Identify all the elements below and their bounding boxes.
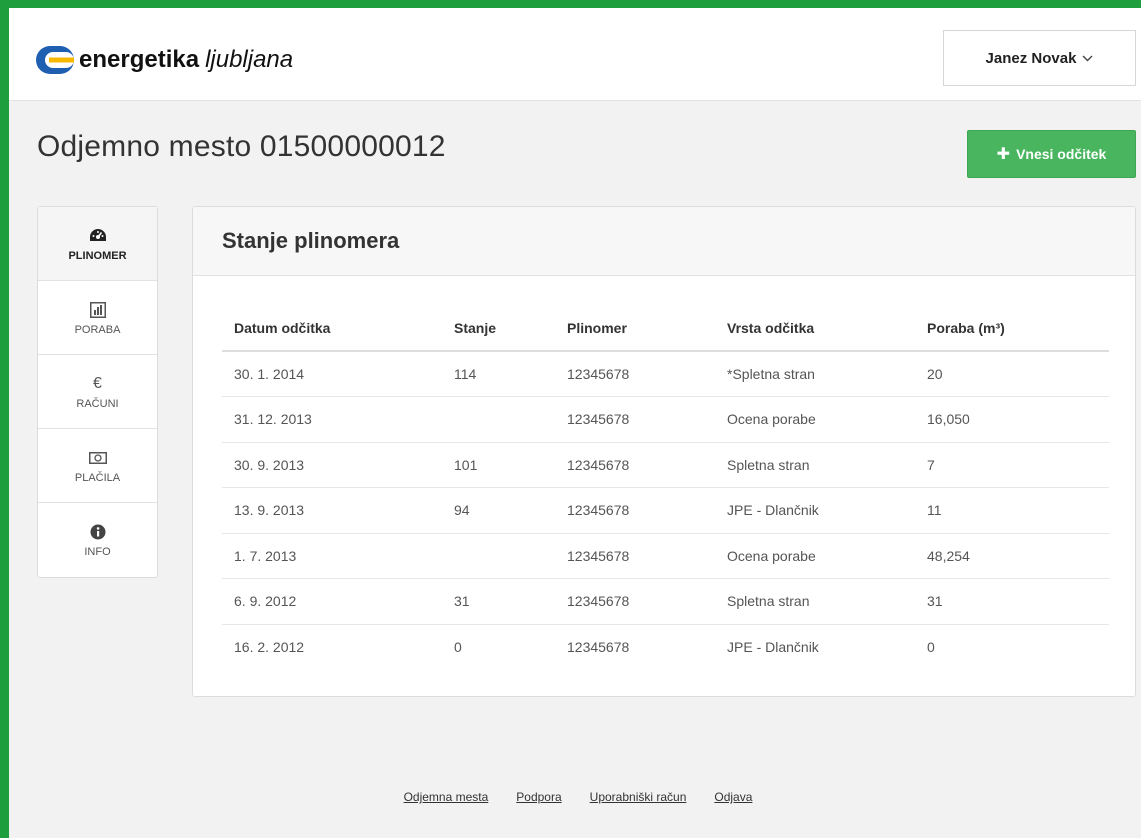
logo[interactable]: energetika ljubljana bbox=[36, 44, 293, 76]
readings-table-wrapper: Datum odčitka Stanje Plinomer Vrsta odči… bbox=[222, 305, 1109, 670]
table-row: 30. 1. 2014 114 12345678 *Spletna stran … bbox=[222, 351, 1109, 397]
sidebar-item-label: PORABA bbox=[74, 323, 121, 336]
table-row: 13. 9. 2013 94 12345678 JPE - Dlančnik 1… bbox=[222, 487, 1109, 533]
cell-date: 6. 9. 2012 bbox=[222, 578, 442, 624]
add-reading-label: Vnesi odčitek bbox=[1016, 146, 1107, 162]
user-menu-button[interactable]: Janez Novak bbox=[943, 30, 1136, 86]
money-icon bbox=[88, 448, 107, 468]
sidebar-item-placila[interactable]: PLAČILA bbox=[38, 429, 157, 503]
sidebar-item-label: PLINOMER bbox=[68, 249, 127, 262]
footer-link-user-account[interactable]: Uporabniški račun bbox=[590, 790, 687, 804]
logo-text-italic: ljubljana bbox=[205, 46, 294, 73]
column-header-consumption: Poraba (m³) bbox=[915, 305, 1109, 352]
panel-title: Stanje plinomera bbox=[222, 228, 400, 253]
cell-reading: 0 bbox=[442, 623, 555, 670]
sidebar-item-label: RAČUNI bbox=[76, 397, 119, 410]
footer-link-delivery-points[interactable]: Odjemna mesta bbox=[404, 790, 489, 804]
cell-date: 30. 1. 2014 bbox=[234, 366, 305, 382]
cell-consumption: 16,050 bbox=[915, 396, 1109, 442]
footer-link-logout[interactable]: Odjava bbox=[714, 790, 752, 804]
cell-date: 13. 9. 2013 bbox=[222, 487, 442, 533]
energetika-logo-icon bbox=[36, 46, 74, 74]
cell-consumption: 20 bbox=[927, 366, 943, 382]
sidebar-item-poraba[interactable]: PORABA bbox=[38, 281, 157, 355]
plus-icon: ✚ bbox=[996, 146, 1011, 163]
panel-header: Stanje plinomera bbox=[193, 207, 1135, 276]
cell-reading-type: *Spletna stran bbox=[727, 366, 815, 382]
readings-table: Datum odčitka Stanje Plinomer Vrsta odči… bbox=[222, 305, 1109, 670]
table-header-row: Datum odčitka Stanje Plinomer Vrsta odči… bbox=[222, 305, 1109, 352]
bar-chart-icon bbox=[89, 300, 106, 320]
cell-reading: 31 bbox=[442, 578, 555, 624]
cell-consumption: 31 bbox=[915, 578, 1109, 624]
cell-date: 31. 12. 2013 bbox=[222, 396, 442, 442]
cell-reading: 114 bbox=[454, 366, 477, 382]
header: energetika ljubljana Janez Novak bbox=[9, 8, 1141, 101]
cell-reading bbox=[442, 532, 555, 579]
table-row: 16. 2. 2012 0 12345678 JPE - Dlančnik 0 bbox=[222, 623, 1109, 670]
column-header-date: Datum odčitka bbox=[222, 305, 442, 352]
cell-consumption: 48,254 bbox=[915, 532, 1109, 579]
chevron-down-icon bbox=[1082, 51, 1093, 65]
cell-reading-type: Ocena porabe bbox=[715, 396, 915, 442]
meter-panel: Stanje plinomera Datum odčitka Stanje Pl… bbox=[192, 206, 1136, 697]
column-header-reading-type: Vrsta odčitka bbox=[715, 305, 915, 352]
cell-reading: 101 bbox=[442, 441, 555, 488]
add-reading-button[interactable]: ✚ Vnesi odčitek bbox=[967, 130, 1136, 178]
euro-icon: € bbox=[93, 374, 102, 392]
cell-meter: 12345678 bbox=[555, 396, 715, 442]
cell-reading: 94 bbox=[442, 487, 555, 533]
cell-meter: 12345678 bbox=[555, 623, 715, 670]
logo-text-bold: energetika bbox=[79, 46, 200, 73]
footer-link-support[interactable]: Podpora bbox=[516, 790, 561, 804]
cell-consumption: 11 bbox=[915, 487, 1109, 533]
cell-meter: 12345678 bbox=[555, 578, 715, 624]
column-header-meter: Plinomer bbox=[555, 305, 715, 352]
sidebar-item-plinomer[interactable]: PLINOMER bbox=[38, 207, 157, 281]
info-icon bbox=[90, 522, 106, 542]
page-title: Odjemno mesto 01500000012 bbox=[37, 130, 446, 163]
sidebar-item-info[interactable]: INFO bbox=[38, 503, 157, 577]
dashboard-icon bbox=[89, 226, 107, 246]
sidebar-item-label: INFO bbox=[84, 546, 111, 558]
cell-reading-type: JPE - Dlančnik bbox=[715, 487, 915, 533]
table-row: 31. 12. 2013 12345678 Ocena porabe 16,05… bbox=[222, 396, 1109, 442]
sidebar-item-label: PLAČILA bbox=[74, 471, 121, 484]
sidebar-item-racuni[interactable]: € RAČUNI bbox=[38, 355, 157, 429]
cell-reading-type: Spletna stran bbox=[715, 578, 915, 624]
cell-meter: 12345678 bbox=[555, 487, 715, 533]
column-header-reading: Stanje bbox=[442, 305, 555, 352]
table-row: 6. 9. 2012 31 12345678 Spletna stran 31 bbox=[222, 578, 1109, 624]
user-name: Janez Novak bbox=[985, 49, 1077, 67]
table-row: 1. 7. 2013 12345678 Ocena porabe 48,254 bbox=[222, 532, 1109, 579]
cell-date: 1. 7. 2013 bbox=[222, 532, 442, 579]
cell-meter: 12345678 bbox=[555, 532, 715, 579]
cell-consumption: 0 bbox=[915, 623, 1109, 670]
cell-reading-type: JPE - Dlančnik bbox=[715, 623, 915, 670]
cell-consumption: 7 bbox=[915, 441, 1109, 488]
footer-links: Odjemna mesta Podpora Uporabniški račun … bbox=[0, 790, 1141, 804]
cell-reading-type: Ocena porabe bbox=[715, 532, 915, 579]
cell-date: 16. 2. 2012 bbox=[222, 623, 442, 670]
cell-reading bbox=[442, 396, 555, 442]
cell-date: 30. 9. 2013 bbox=[222, 441, 442, 488]
sidebar-nav: PLINOMER PORABA € RAČUNI PLAČILA INFO bbox=[37, 206, 158, 578]
cell-meter: 12345678 bbox=[567, 366, 630, 382]
cell-reading-type: Spletna stran bbox=[715, 441, 915, 488]
cell-meter: 12345678 bbox=[555, 441, 715, 488]
table-row: 30. 9. 2013 101 12345678 Spletna stran 7 bbox=[222, 441, 1109, 488]
